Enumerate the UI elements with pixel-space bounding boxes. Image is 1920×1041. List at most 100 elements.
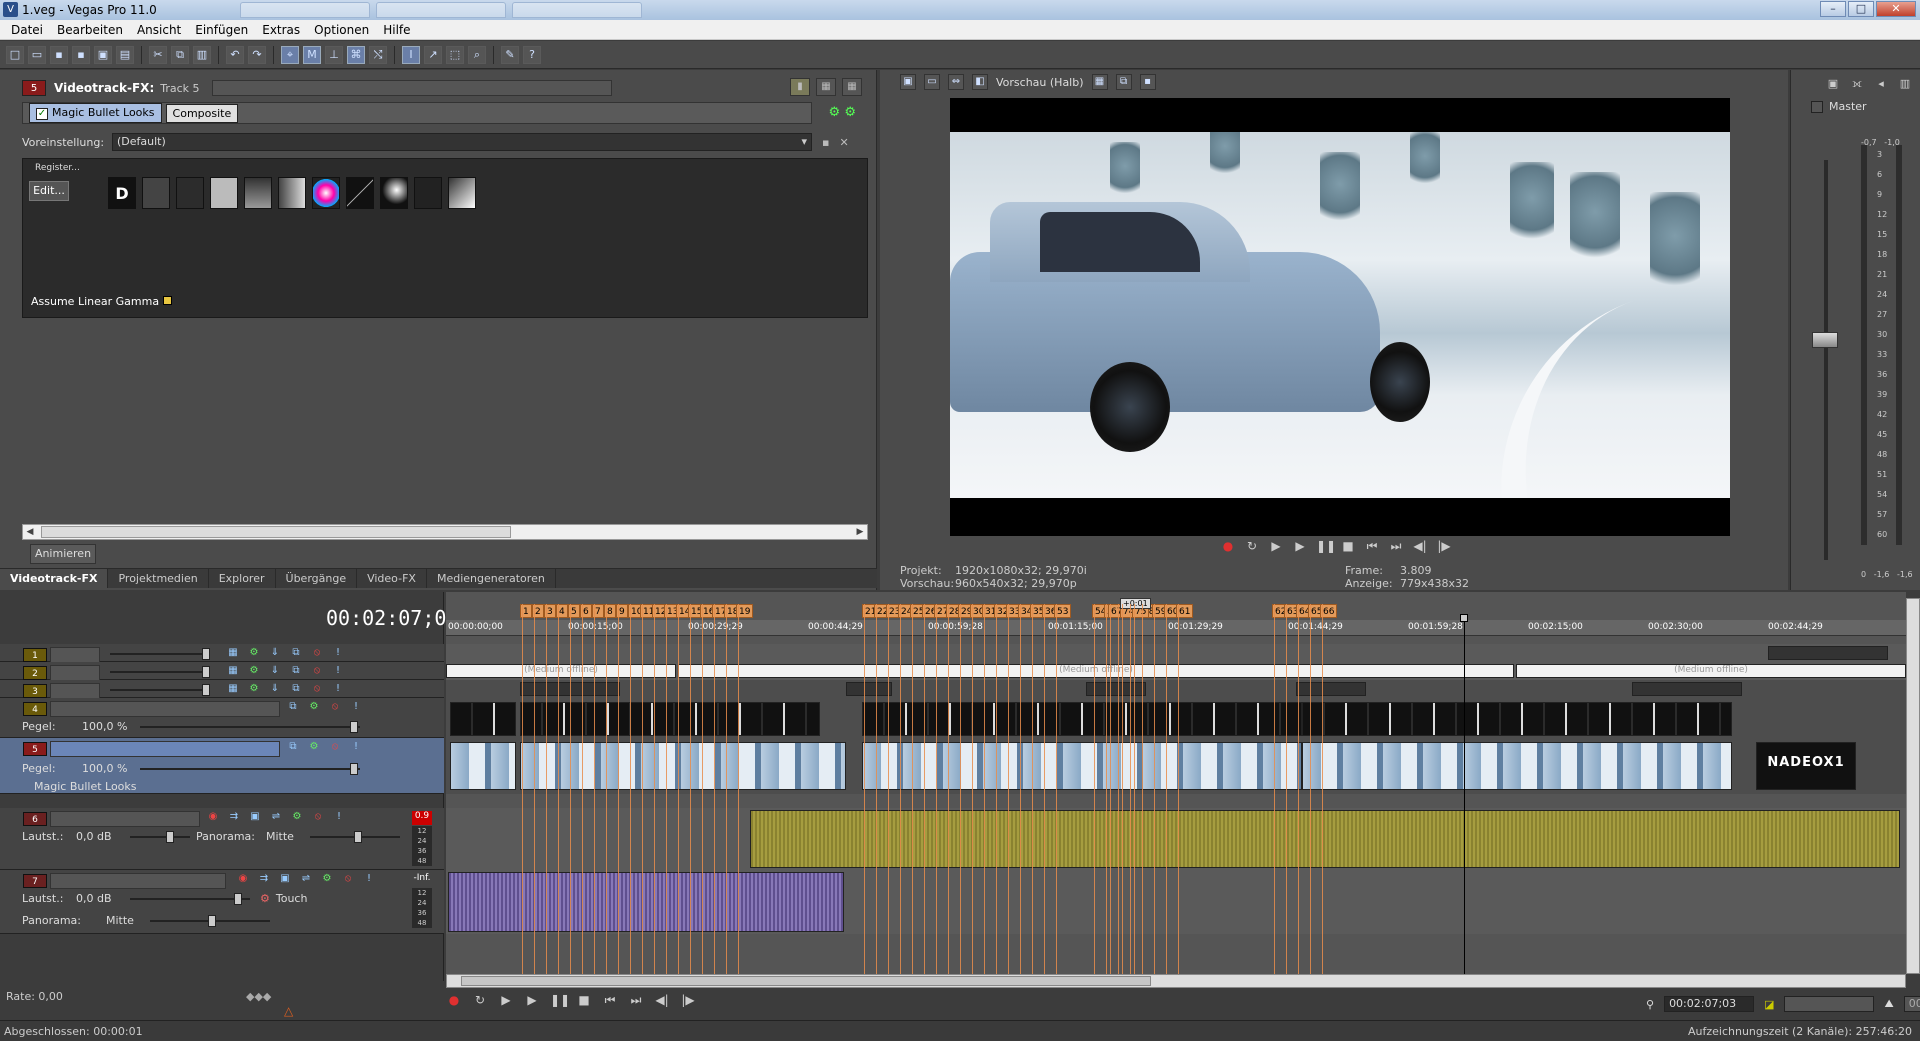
tool-thumb-icon[interactable]: [244, 177, 272, 209]
menu-bearbeiten[interactable]: Bearbeiten: [50, 20, 130, 39]
menu-hilfe[interactable]: Hilfe: [376, 20, 417, 39]
solo-icon[interactable]: !: [349, 700, 363, 714]
split-screen-icon[interactable]: ◧: [972, 74, 988, 90]
motion-icon[interactable]: ▦: [226, 646, 240, 660]
solo-icon[interactable]: !: [331, 664, 345, 678]
clip[interactable]: [1632, 682, 1742, 696]
stop-icon[interactable]: ■: [576, 992, 592, 1008]
lock-envelopes-icon[interactable]: ⊥: [325, 45, 343, 64]
save-icon[interactable]: ▪: [50, 45, 68, 64]
logo-clip[interactable]: NADEOX1: [1756, 742, 1856, 790]
track-6[interactable]: 6 ◉ ⇉ ▣ ⇌ ⚙ ⦸! 0.9 Lautst.: 0,0 dB Panorama: Mit…: [0, 808, 444, 870]
mute-icon[interactable]: ⦸: [328, 700, 342, 714]
tab-video-fx[interactable]: Video-FX: [357, 569, 427, 588]
video-clip[interactable]: [450, 702, 516, 736]
track-level-slider[interactable]: [202, 648, 210, 660]
track-name-field[interactable]: [50, 683, 100, 699]
clip[interactable]: [1296, 682, 1366, 696]
track-name-field[interactable]: [50, 873, 226, 889]
properties-icon[interactable]: ▤: [116, 45, 134, 64]
automation-icon[interactable]: ⇌: [299, 872, 313, 886]
timeline-vertical-scrollbar[interactable]: [1906, 598, 1920, 974]
loop-icon[interactable]: ↻: [472, 992, 488, 1008]
save-as-icon[interactable]: ▪: [72, 45, 90, 64]
scroll-right-icon[interactable]: ▶: [853, 525, 867, 539]
video-clip[interactable]: [862, 702, 1302, 736]
view-single-icon[interactable]: ▮: [790, 78, 810, 96]
menu-optionen[interactable]: Optionen: [307, 20, 376, 39]
render-icon[interactable]: ▣: [94, 45, 112, 64]
tool-thumb-icon[interactable]: [414, 177, 442, 209]
play-from-start-icon[interactable]: ▶: [498, 992, 514, 1008]
copy-snapshot-icon[interactable]: ⧉: [1115, 74, 1132, 90]
normal-edit-tool-icon[interactable]: I: [402, 45, 420, 64]
compositing-icon[interactable]: ⧉: [289, 664, 303, 678]
undo-icon[interactable]: ↶: [226, 45, 244, 64]
menu-ansicht[interactable]: Ansicht: [130, 20, 188, 39]
track-1[interactable]: 1 ▦ ⚙ ⇓ ⧉ ⦸!: [0, 644, 444, 663]
clip[interactable]: [846, 682, 892, 696]
solo-icon[interactable]: !: [331, 682, 345, 696]
tab-projektmedien[interactable]: Projektmedien: [108, 569, 209, 588]
minimize-button[interactable]: –: [1820, 1, 1846, 17]
master-fx-icon[interactable]: ▣: [1825, 76, 1841, 92]
track-2[interactable]: 2 ▦ ⚙ ⇓ ⧉ ⦸!: [0, 662, 444, 681]
fx-icon[interactable]: ⚙: [247, 682, 261, 696]
mute-icon[interactable]: ⦸: [328, 740, 342, 754]
playhead-cursor[interactable]: [1464, 618, 1465, 981]
register-link[interactable]: Register...: [35, 163, 80, 173]
preview-quality-dropdown[interactable]: Vorschau (Halb): [996, 76, 1084, 89]
tool-thumb-icon[interactable]: [448, 177, 476, 209]
tab-videotrack-fx[interactable]: Videotrack-FX: [0, 569, 109, 588]
clip[interactable]: [1768, 646, 1888, 660]
timeline-scroll-thumb[interactable]: [461, 976, 1151, 986]
mute-icon[interactable]: ⦸: [310, 664, 324, 678]
tab-explorer[interactable]: Explorer: [209, 569, 276, 588]
prev-frame-icon[interactable]: ◀|: [1412, 538, 1428, 554]
tool-thumb-icon[interactable]: [380, 177, 408, 209]
pause-icon[interactable]: ❚❚: [550, 992, 570, 1008]
track-name-field[interactable]: [50, 665, 100, 681]
dim-icon[interactable]: ◂: [1873, 76, 1889, 92]
view-split-icon[interactable]: ▦: [816, 78, 836, 96]
arm-record-icon[interactable]: ◉: [206, 810, 220, 824]
external-monitor-icon[interactable]: ▭: [924, 74, 940, 90]
compositing-icon[interactable]: ⧉: [286, 740, 300, 754]
mute-icon[interactable]: ⦸: [311, 810, 325, 824]
master-fader[interactable]: [1812, 332, 1838, 348]
solo-icon[interactable]: !: [332, 810, 346, 824]
go-to-start-icon[interactable]: ⏮: [1364, 538, 1380, 554]
tab-mediengeneratoren[interactable]: Mediengeneratoren: [427, 569, 556, 588]
selection-start[interactable]: [1784, 996, 1875, 1012]
tool-thumb-icon[interactable]: [142, 177, 170, 209]
menu-extras[interactable]: Extras: [255, 20, 307, 39]
meter-options-icon[interactable]: ▥: [1897, 76, 1913, 92]
audio-clip[interactable]: [750, 810, 1900, 868]
tab-uebergaenge[interactable]: Übergänge: [276, 569, 358, 588]
tool-thumb-icon[interactable]: [210, 177, 238, 209]
track-level-slider[interactable]: [202, 666, 210, 678]
cut-icon[interactable]: ✂: [149, 45, 167, 64]
preview-properties-icon[interactable]: ▣: [900, 74, 916, 90]
track-name-field[interactable]: [50, 647, 100, 663]
play-icon[interactable]: ▶: [524, 992, 540, 1008]
downmix-icon[interactable]: ⟗: [1849, 76, 1865, 92]
ignore-grouping-icon[interactable]: ⌘: [347, 45, 365, 64]
arrow-icon[interactable]: ⇓: [268, 682, 282, 696]
timeline-horizontal-scrollbar[interactable]: [446, 974, 1906, 988]
redo-icon[interactable]: ↷: [248, 45, 266, 64]
compositing-icon[interactable]: ⧉: [286, 700, 300, 714]
record-icon[interactable]: ●: [1220, 538, 1236, 554]
video-clip[interactable]: [1302, 702, 1732, 736]
whats-this-icon[interactable]: ?: [523, 45, 541, 64]
track-level-slider[interactable]: [202, 684, 210, 696]
plugin-chain-icon[interactable]: ⚙ ⚙: [829, 105, 856, 120]
arm-record-icon[interactable]: ◉: [236, 872, 250, 886]
compositing-icon[interactable]: ⧉: [289, 682, 303, 696]
inv-phase-icon[interactable]: ▣: [278, 872, 292, 886]
record-icon[interactable]: ●: [446, 992, 462, 1008]
edit-button[interactable]: Edit...: [29, 181, 69, 201]
compositing-icon[interactable]: ⧉: [289, 646, 303, 660]
next-frame-icon[interactable]: |▶: [1436, 538, 1452, 554]
timeline-area[interactable]: 1 2 3 4 5 6 7 8 9 10 11 12 13 14 15 16 17 18 19 21 22 23 24 25 2…: [446, 592, 1906, 981]
